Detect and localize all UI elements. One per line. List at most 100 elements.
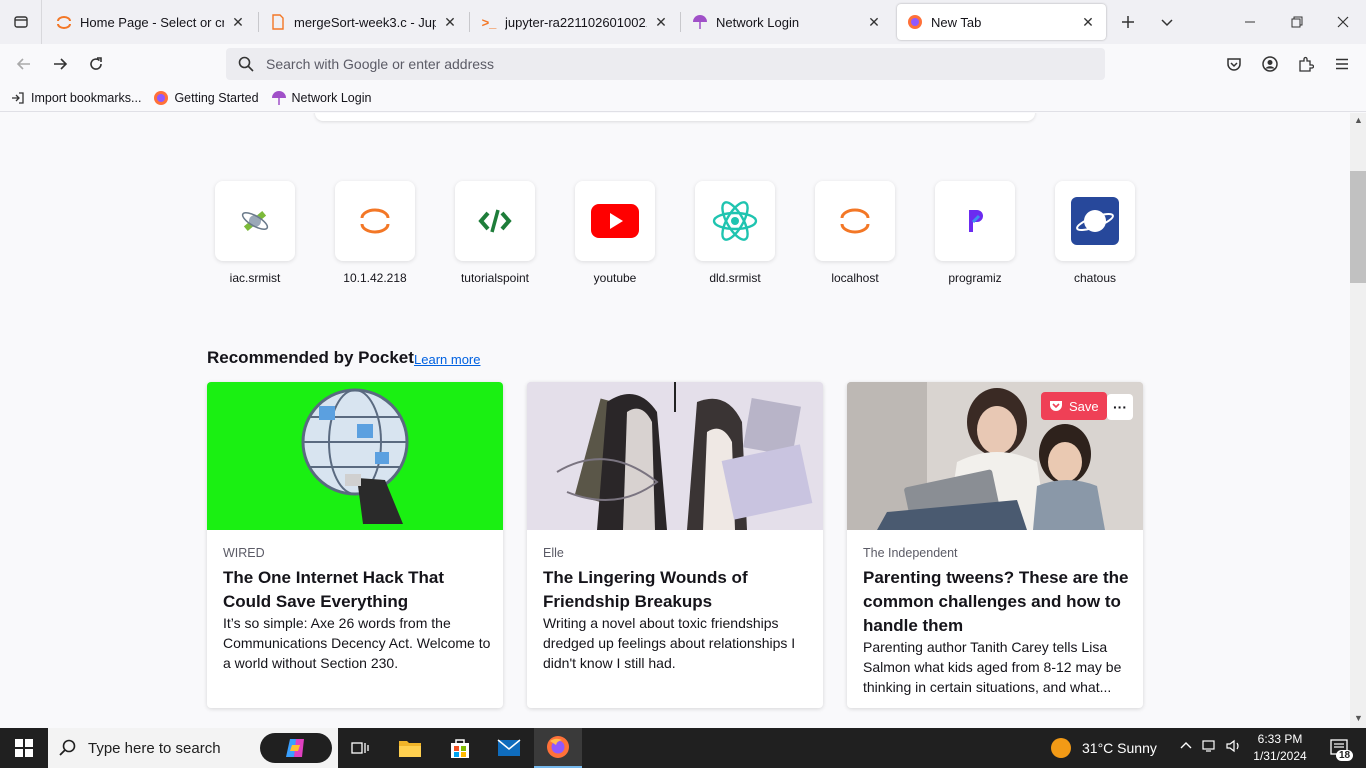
microsoft-store-button[interactable] — [436, 728, 484, 768]
account-icon — [1262, 56, 1278, 72]
close-tab-icon[interactable]: ✕ — [1080, 14, 1096, 30]
bookmark-label: Getting Started — [174, 90, 259, 105]
top-site-label: 10.1.42.218 — [343, 271, 407, 285]
reload-icon — [90, 57, 102, 70]
tab-strip: Home Page - Select or create a notebook … — [0, 0, 1366, 44]
top-site-dld[interactable]: dld.srmist — [695, 181, 775, 285]
taskbar-clock[interactable]: 6:33 PM 1/31/2024 — [1248, 731, 1312, 765]
top-site-programiz[interactable]: programiz — [935, 181, 1015, 285]
bookmark-getting-started[interactable]: Getting Started — [153, 90, 259, 106]
back-arrow-icon — [16, 58, 30, 70]
close-tab-icon[interactable]: ✕ — [230, 14, 246, 30]
list-all-tabs-button[interactable] — [0, 0, 42, 44]
jupyter-icon — [56, 14, 72, 30]
page-scrollbar[interactable]: ▲ ▼ — [1350, 113, 1366, 728]
hamburger-icon — [1336, 58, 1348, 70]
navigation-toolbar — [0, 44, 1366, 84]
bookmark-network-login[interactable]: Network Login — [271, 90, 371, 106]
page-search-box[interactable] — [315, 113, 1035, 121]
card-source: Elle — [543, 546, 564, 560]
top-site-youtube[interactable]: youtube — [575, 181, 655, 285]
pocket-card-wired[interactable]: WIRED The One Internet Hack That Could S… — [207, 382, 503, 708]
learn-more-link[interactable]: Learn more — [414, 352, 480, 367]
close-tab-icon[interactable]: ✕ — [866, 14, 882, 30]
new-tab-page: iac.srmist 10.1.42.218 tutorialspoint yo… — [0, 113, 1350, 728]
forward-button[interactable] — [44, 48, 76, 80]
forward-arrow-icon — [54, 58, 68, 70]
file-explorer-button[interactable] — [386, 728, 434, 768]
search-icon — [226, 56, 266, 72]
bookmark-import[interactable]: Import bookmarks... — [10, 90, 141, 106]
account-button[interactable] — [1254, 48, 1286, 80]
chevron-up-icon[interactable] — [1180, 739, 1192, 757]
mail-button[interactable] — [485, 728, 533, 768]
pocket-card-elle[interactable]: Elle The Lingering Wounds of Friendship … — [527, 382, 823, 708]
minimize-button[interactable] — [1234, 6, 1266, 38]
system-tray — [1180, 728, 1242, 768]
start-button[interactable] — [0, 728, 48, 768]
more-options-button[interactable]: ··· — [1107, 394, 1133, 420]
tab-overflow-button[interactable] — [1151, 6, 1183, 38]
scroll-up-icon[interactable]: ▲ — [1354, 115, 1363, 125]
card-excerpt: It’s so simple: Axe 26 words from the Co… — [223, 615, 491, 671]
extensions-button[interactable] — [1290, 48, 1322, 80]
back-button[interactable] — [8, 48, 40, 80]
address-bar[interactable] — [226, 48, 1105, 80]
programiz-icon — [969, 210, 983, 232]
card-image-mother-daughter-laptop: Save ··· — [847, 382, 1143, 530]
weather-widget[interactable]: 31°C Sunny — [1050, 728, 1157, 768]
reload-button[interactable] — [80, 48, 112, 80]
minimize-icon — [1245, 21, 1255, 23]
network-icon[interactable] — [1202, 739, 1218, 758]
task-view-icon — [351, 742, 369, 754]
tab-title: Network Login — [716, 14, 800, 30]
close-tab-icon[interactable]: ✕ — [653, 14, 669, 30]
tab-title: New Tab — [931, 14, 982, 30]
copilot-icon — [286, 739, 304, 757]
tab-home-page[interactable]: Home Page - Select or create a notebook … — [46, 4, 256, 40]
top-site-10-1-42-218[interactable]: 10.1.42.218 — [335, 181, 415, 285]
top-site-iac[interactable]: iac.srmist — [215, 181, 295, 285]
tab-mergesort[interactable]: mergeSort-week3.c - Jupyter ✕ — [260, 4, 468, 40]
tab-jupyter-terminal[interactable]: >_ jupyter-ra2211026010021@cir ✕ — [471, 4, 679, 40]
task-view-button[interactable] — [336, 728, 384, 768]
top-site-chatous[interactable]: chatous — [1055, 181, 1135, 285]
card-excerpt: Parenting author Tanith Carey tells Lisa… — [863, 639, 1122, 695]
scroll-down-icon[interactable]: ▼ — [1354, 713, 1363, 723]
top-site-label: dld.srmist — [709, 271, 761, 285]
tab-title: mergeSort-week3.c - Jupyter — [294, 14, 436, 30]
url-input[interactable] — [266, 56, 1066, 72]
pocket-button[interactable] — [1218, 48, 1250, 80]
jupyter-icon — [360, 208, 390, 234]
copilot-button[interactable] — [260, 733, 332, 763]
tab-new-tab[interactable]: New Tab ✕ — [897, 4, 1106, 40]
card-excerpt: Writing a novel about toxic friendships … — [543, 615, 796, 671]
top-site-localhost[interactable]: localhost — [815, 181, 895, 285]
firefox-icon — [547, 736, 569, 758]
import-icon — [10, 90, 26, 106]
more-dots-icon: ··· — [1113, 399, 1127, 415]
search-placeholder: Type here to search — [88, 739, 221, 757]
save-to-pocket-button[interactable]: Save — [1041, 392, 1107, 420]
tab-network-login[interactable]: Network Login ✕ — [682, 4, 892, 40]
pocket-card-independent[interactable]: Save ··· The Independent Parenting tween… — [847, 382, 1143, 708]
top-site-label: programiz — [948, 271, 1002, 285]
menu-button[interactable] — [1326, 48, 1358, 80]
new-tab-button[interactable] — [1112, 6, 1144, 38]
clock-date: 1/31/2024 — [1253, 749, 1307, 763]
restore-icon — [1291, 16, 1303, 28]
close-window-button[interactable] — [1327, 6, 1359, 38]
top-site-label: chatous — [1073, 271, 1117, 285]
bookmarks-toolbar: Import bookmarks... Getting Started Netw… — [0, 84, 1366, 112]
card-image-globe-megaphone — [207, 382, 503, 530]
scrollbar-thumb[interactable] — [1350, 171, 1366, 283]
tab-title: jupyter-ra2211026010021@cir — [505, 14, 647, 30]
firefox-taskbar-button[interactable] — [534, 728, 582, 768]
restore-button[interactable] — [1281, 6, 1313, 38]
top-site-tutorialspoint[interactable]: tutorialspoint — [455, 181, 535, 285]
volume-icon[interactable] — [1226, 739, 1242, 758]
notification-center-button[interactable]: 18 — [1320, 728, 1360, 768]
tab-list-icon — [13, 16, 28, 28]
card-headline: The Lingering Wounds of Friendship Break… — [543, 568, 748, 611]
close-tab-icon[interactable]: ✕ — [442, 14, 458, 30]
